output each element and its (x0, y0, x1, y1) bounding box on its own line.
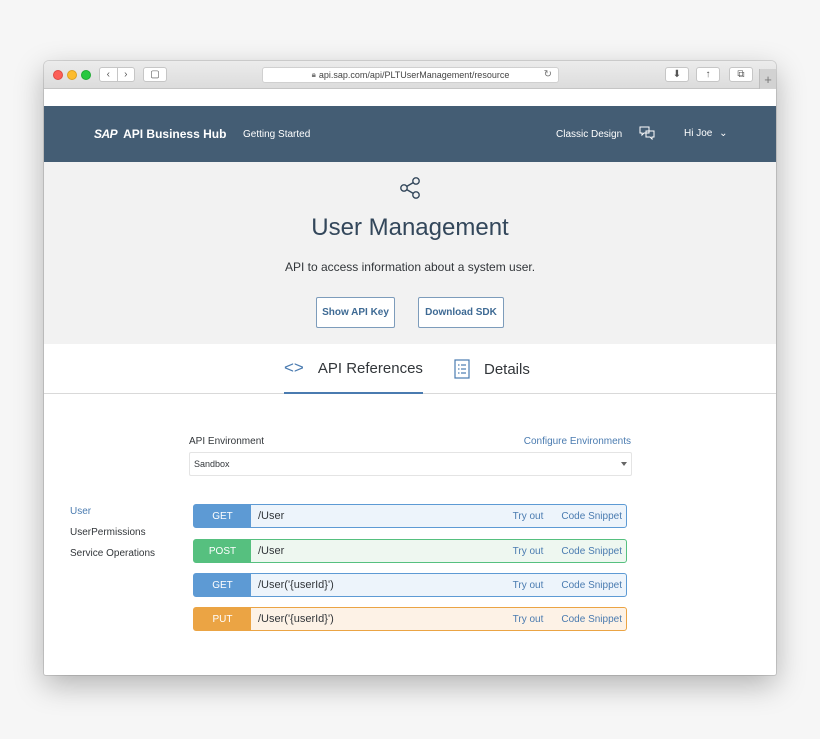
try-out-link[interactable]: Try out (513, 511, 544, 522)
new-tab-icon[interactable]: + (759, 69, 776, 89)
configure-environments-link[interactable]: Configure Environments (524, 436, 631, 447)
operation-path: /User('{userId}') (258, 613, 334, 625)
minimize-window-button[interactable] (67, 70, 77, 80)
getting-started-link[interactable]: Getting Started (243, 129, 310, 140)
share-network-icon (400, 177, 420, 199)
download-sdk-button[interactable]: Download SDK (418, 297, 504, 328)
resource-nav-item-user[interactable]: User (70, 506, 155, 527)
operation-path: /User('{userId}') (258, 579, 334, 591)
try-out-link[interactable]: Try out (513, 580, 544, 591)
method-badge: GET (194, 505, 251, 527)
operation-path: /User (258, 545, 285, 557)
chevron-down-icon: ⌄ (719, 128, 728, 139)
app-header: SAP API Business Hub Getting Started Cla… (44, 106, 776, 162)
operation-path: /User (258, 510, 285, 522)
code-snippet-link[interactable]: Code Snippet (561, 511, 622, 522)
code-snippet-link[interactable]: Code Snippet (561, 546, 622, 557)
method-badge: PUT (194, 608, 251, 630)
close-window-button[interactable] (53, 70, 63, 80)
environment-selected-value: Sandbox (194, 459, 230, 469)
zoom-window-button[interactable] (81, 70, 91, 80)
environment-select[interactable]: Sandbox (189, 452, 632, 476)
user-menu[interactable]: Hi Joe ⌄ (684, 128, 728, 139)
caret-down-icon (621, 462, 627, 466)
document-list-icon (454, 359, 470, 379)
back-icon[interactable]: ‹ (100, 68, 118, 81)
sidebar-toggle-icon[interactable]: ▢ (143, 67, 167, 82)
api-hero: User Management API to access informatio… (44, 162, 776, 344)
sap-logo-text: SAP (94, 127, 118, 141)
share-icon[interactable]: ↑ (696, 67, 720, 82)
code-snippet-link[interactable]: Code Snippet (561, 580, 622, 591)
browser-window: ‹ › ▢ 🔒︎ api.sap.com/api/PLTUserManageme… (44, 61, 776, 675)
lock-icon: 🔒︎ (311, 70, 316, 79)
history-nav: ‹ › (99, 67, 135, 82)
tab-label: Details (484, 360, 530, 378)
try-out-link[interactable]: Try out (513, 614, 544, 625)
resource-nav: User UserPermissions Service Operations (70, 506, 155, 569)
tabs-overview-icon[interactable]: ⧉ (729, 67, 753, 82)
tab-label: API References (317, 359, 423, 377)
reload-icon[interactable]: ↻ (544, 69, 552, 80)
browser-toolbar: ‹ › ▢ 🔒︎ api.sap.com/api/PLTUserManageme… (44, 61, 776, 89)
tab-api-references[interactable]: <> API References (284, 344, 423, 394)
brand-logo[interactable]: SAP API Business Hub (94, 127, 226, 141)
downloads-icon[interactable]: ⬇ (665, 67, 689, 82)
tab-bar: <> API References Details (44, 344, 776, 394)
page-title: User Management (311, 214, 509, 241)
page-subtitle: API to access information about a system… (284, 260, 536, 274)
user-greeting: Hi Joe (684, 128, 713, 139)
try-out-link[interactable]: Try out (513, 546, 544, 557)
classic-design-link[interactable]: Classic Design (556, 129, 622, 140)
resource-nav-item-userpermissions[interactable]: UserPermissions (70, 527, 155, 548)
address-bar[interactable]: 🔒︎ api.sap.com/api/PLTUserManagement/res… (262, 67, 559, 83)
code-snippet-link[interactable]: Code Snippet (561, 614, 622, 625)
resource-nav-item-service-operations[interactable]: Service Operations (70, 548, 155, 569)
url-text: api.sap.com/api/PLTUserManagement/resour… (318, 70, 510, 80)
api-environment-label: API Environment (189, 436, 265, 447)
operation-row[interactable]: POST /User Try out Code Snippet (193, 539, 627, 563)
method-badge: GET (194, 574, 251, 596)
code-brackets-icon: <> (284, 358, 304, 377)
operation-row[interactable]: PUT /User('{userId}') Try out Code Snipp… (193, 607, 627, 631)
chat-icon[interactable] (639, 126, 655, 140)
brand-name: API Business Hub (123, 127, 227, 141)
tab-details[interactable]: Details (454, 344, 530, 394)
forward-icon[interactable]: › (118, 68, 135, 81)
show-api-key-button[interactable]: Show API Key (316, 297, 395, 328)
method-badge: POST (194, 540, 251, 562)
operation-row[interactable]: GET /User Try out Code Snippet (193, 504, 627, 528)
operation-row[interactable]: GET /User('{userId}') Try out Code Snipp… (193, 573, 627, 597)
